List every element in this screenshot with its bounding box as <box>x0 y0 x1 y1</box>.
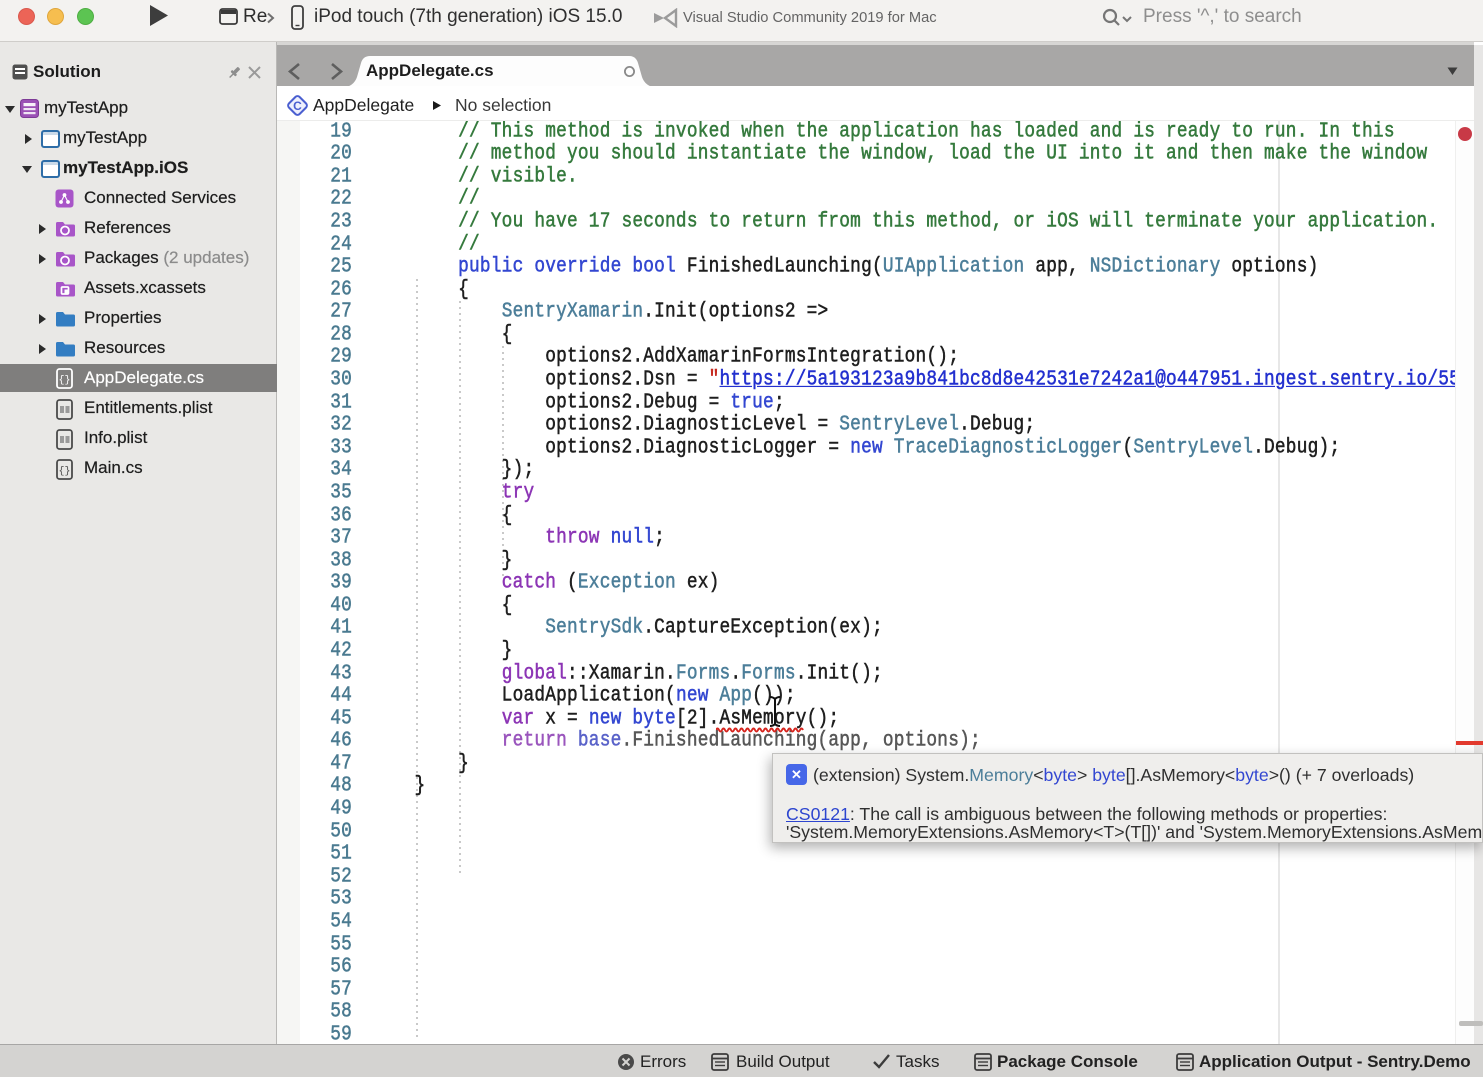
svg-text:{}: {} <box>58 375 70 387</box>
svg-text:C: C <box>293 99 302 113</box>
svg-text:{}: {} <box>58 465 70 477</box>
